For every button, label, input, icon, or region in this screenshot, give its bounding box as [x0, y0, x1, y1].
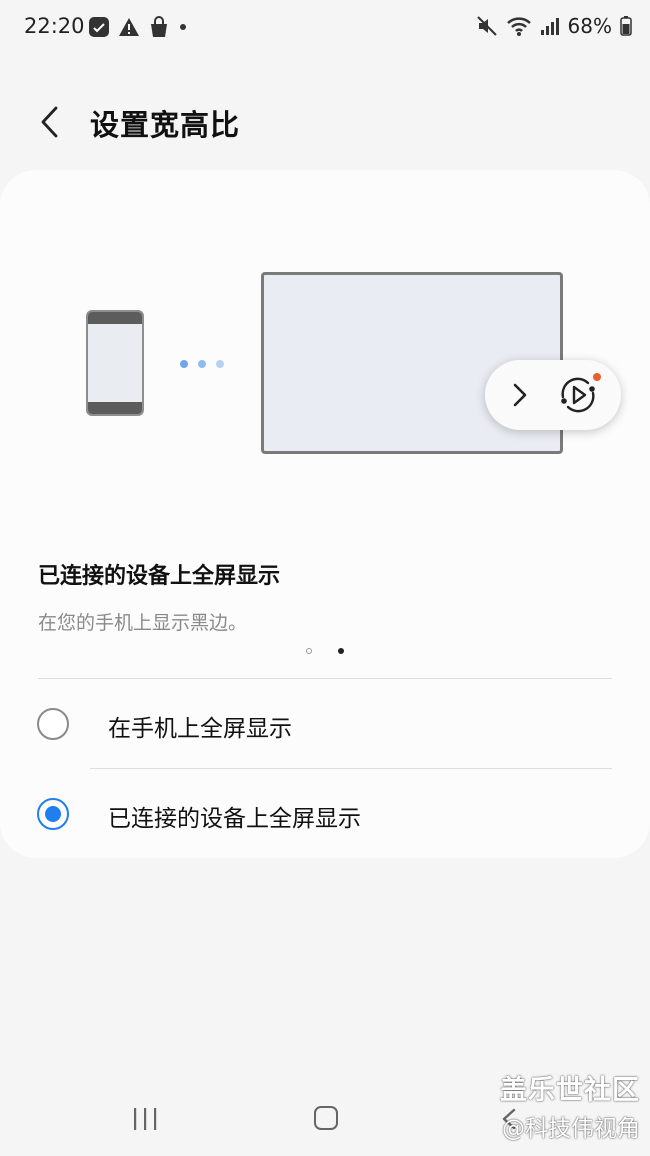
- battery-icon: [620, 16, 632, 36]
- back-button[interactable]: [30, 100, 70, 144]
- pill-expand-button[interactable]: [505, 377, 535, 413]
- status-bar: 22:20 68%: [0, 0, 650, 56]
- recents-icon: [130, 1106, 160, 1132]
- option-fullscreen-phone[interactable]: 在手机上全屏显示: [0, 679, 650, 769]
- smart-view-icon: [555, 372, 601, 418]
- page-indicator: [306, 648, 344, 654]
- page-indicator-dot-2[interactable]: [338, 648, 344, 654]
- app-bar: 设置宽高比: [0, 88, 650, 158]
- connection-dots: [180, 360, 224, 368]
- settings-card: 已连接的设备上全屏显示 在您的手机上显示黑边。 在手机上全屏显示 已连接的设备上…: [0, 170, 650, 858]
- phone-illustration: [86, 310, 144, 416]
- phone-black-bar-bottom: [88, 402, 142, 414]
- option-fullscreen-connected-device[interactable]: 已连接的设备上全屏显示: [0, 769, 650, 859]
- signal-icon: [540, 16, 560, 36]
- watermark: 盖乐世社区 @科技伟视角: [500, 1068, 640, 1143]
- status-right-icons: 68%: [476, 14, 632, 38]
- wifi-icon: [506, 15, 532, 37]
- notification-dot-icon: [178, 22, 188, 32]
- mute-icon: [476, 15, 498, 37]
- phone-black-bar-top: [88, 312, 142, 324]
- status-time: 22:20: [24, 14, 85, 38]
- battery-percent: 68%: [567, 14, 612, 38]
- aspect-ratio-illustration: [0, 170, 650, 500]
- radio-button-unselected[interactable]: [37, 708, 69, 740]
- screenshot-icon: [88, 16, 110, 38]
- home-icon[interactable]: [314, 1106, 338, 1130]
- recents-button[interactable]: [130, 1106, 160, 1132]
- page-indicator-dot-1[interactable]: [306, 648, 312, 654]
- shopping-bag-icon: [148, 16, 170, 38]
- radio-button-selected[interactable]: [37, 798, 69, 830]
- watermark-line-2: @科技伟视角: [502, 1116, 640, 1142]
- option-title: 已连接的设备上全屏显示: [38, 564, 281, 589]
- option-description: 在您的手机上显示黑边。: [38, 612, 248, 634]
- page-title: 设置宽高比: [90, 108, 241, 142]
- smart-view-button[interactable]: [555, 372, 601, 418]
- back-chevron-icon: [39, 105, 61, 139]
- status-left-icons: [88, 16, 188, 38]
- chevron-right-icon: [505, 377, 535, 413]
- smart-view-floating-pill[interactable]: [485, 360, 621, 430]
- option-label: 在手机上全屏显示: [108, 716, 292, 742]
- watermark-line-1: 盖乐世社区: [500, 1075, 640, 1106]
- option-label: 已连接的设备上全屏显示: [108, 806, 361, 832]
- warning-icon: [118, 17, 140, 37]
